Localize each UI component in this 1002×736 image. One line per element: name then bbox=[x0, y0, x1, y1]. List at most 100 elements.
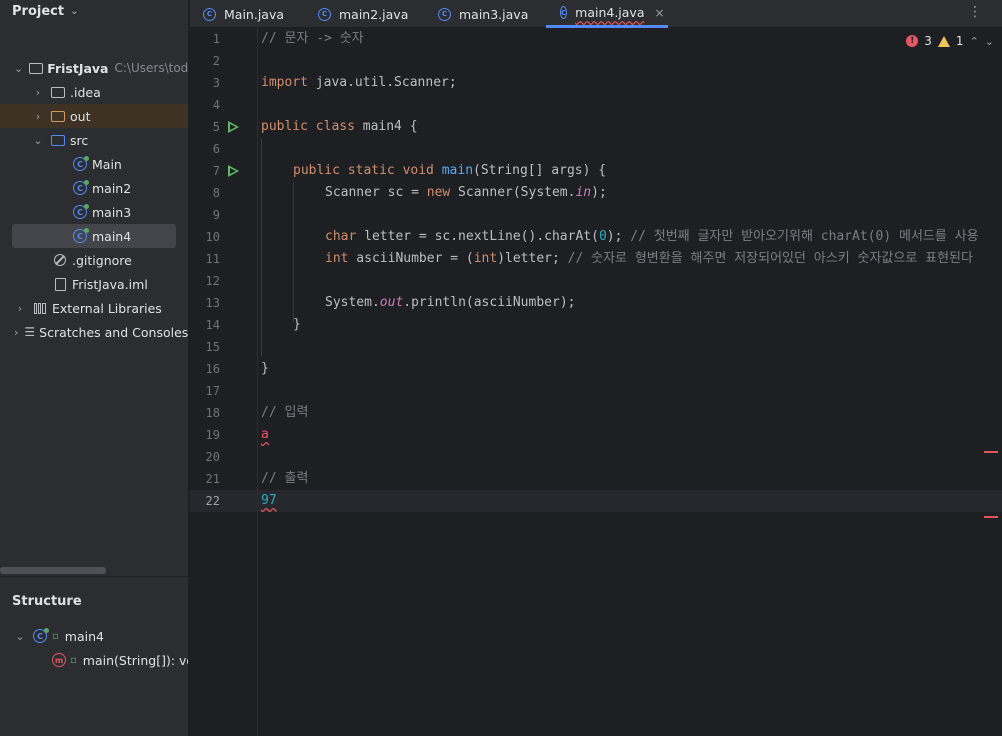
line-number[interactable]: 2 bbox=[190, 50, 220, 72]
tree-item-label: FristJava.iml bbox=[72, 276, 148, 292]
ignore-file-icon bbox=[52, 252, 68, 268]
line-number[interactable]: 5 bbox=[190, 116, 220, 138]
keyword: char bbox=[325, 229, 357, 244]
previous-highlight-icon[interactable]: ⌃ bbox=[970, 35, 979, 48]
run-class-icon[interactable] bbox=[228, 121, 239, 133]
inspection-widget[interactable]: ! 3 1 ⌃ ⌄ bbox=[906, 34, 994, 48]
keyword: int bbox=[473, 251, 498, 266]
tree-item-label: .gitignore bbox=[72, 252, 132, 268]
code-line-22: 97 bbox=[261, 490, 1002, 512]
line-number[interactable]: 6 bbox=[190, 138, 220, 160]
tree-item-main3[interactable]: C main3 bbox=[0, 200, 188, 224]
chevron-down-icon[interactable]: ⌄ bbox=[70, 6, 78, 17]
tree-item-main[interactable]: C Main bbox=[0, 152, 188, 176]
editor-tab-bar: C Main.java C main2.java C main3.java C … bbox=[190, 0, 1002, 28]
tab-main2-java[interactable]: C main2.java bbox=[318, 0, 408, 28]
code-editor[interactable]: 1 2 3 4 5 6 7 8 9 10 11 12 13 14 15 16 17 18 19 20 21 22 // 문… bbox=[190, 28, 1002, 736]
line-number[interactable]: 4 bbox=[190, 94, 220, 116]
code-text: java.util.Scanner; bbox=[307, 75, 457, 90]
tree-item-src[interactable]: ⌄ src bbox=[0, 128, 188, 152]
tab-label: main3.java bbox=[459, 6, 529, 22]
tree-item-module[interactable]: ⌄ FristJava C:\Users\todlc bbox=[0, 56, 188, 80]
line-number[interactable]: 11 bbox=[190, 248, 220, 270]
line-number[interactable]: 10 bbox=[190, 226, 220, 248]
java-class-icon: C bbox=[72, 204, 89, 220]
code-line-3: import java.util.Scanner; bbox=[261, 72, 1002, 94]
iml-file-icon bbox=[52, 276, 68, 292]
tab-main-java[interactable]: C Main.java bbox=[203, 0, 284, 28]
expand-arrow-icon[interactable]: ⌄ bbox=[32, 134, 44, 147]
line-number[interactable]: 19 bbox=[190, 424, 220, 446]
line-number[interactable]: 14 bbox=[190, 314, 220, 336]
tree-item-out[interactable]: › out bbox=[0, 104, 188, 128]
code-line-8: Scanner sc = new Scanner(System.in); bbox=[261, 182, 1002, 204]
tree-item-gitignore[interactable]: .gitignore bbox=[0, 248, 188, 272]
next-highlight-icon[interactable]: ⌄ bbox=[985, 35, 994, 48]
line-number[interactable]: 7 bbox=[190, 160, 220, 182]
excluded-folder-icon bbox=[50, 108, 66, 124]
comment: // 출력 bbox=[261, 471, 309, 486]
structure-item-method[interactable]: m ▫ main(String[]): void bbox=[0, 648, 188, 672]
tab-label: Main.java bbox=[224, 6, 285, 22]
code-text: asciiNumber = ( bbox=[348, 251, 474, 266]
static-field: in bbox=[575, 185, 592, 200]
line-number[interactable]: 13 bbox=[190, 292, 220, 314]
tree-item-label: main4 bbox=[92, 228, 132, 244]
java-class-icon: C bbox=[72, 180, 89, 196]
line-number[interactable]: 1 bbox=[190, 28, 220, 50]
close-icon[interactable]: × bbox=[655, 6, 665, 20]
tree-item-main2[interactable]: C main2 bbox=[0, 176, 188, 200]
collapsed-arrow-icon[interactable]: › bbox=[14, 302, 26, 315]
structure-item-label: main(String[]): void bbox=[82, 652, 188, 668]
comment: // 문자 -> 숫자 bbox=[261, 31, 364, 46]
code-line-10: char letter = sc.nextLine().charAt(0); /… bbox=[261, 226, 1002, 248]
line-number[interactable]: 3 bbox=[190, 72, 220, 94]
line-number[interactable]: 22 bbox=[190, 490, 220, 512]
line-number[interactable]: 18 bbox=[190, 402, 220, 424]
error-count: 3 bbox=[924, 34, 932, 48]
tab-main4-java[interactable]: C main4.java × bbox=[546, 0, 668, 28]
line-number[interactable]: 17 bbox=[190, 380, 220, 402]
static-field: out bbox=[379, 295, 404, 310]
collapsed-arrow-icon[interactable]: › bbox=[32, 110, 44, 123]
line-number[interactable]: 8 bbox=[190, 182, 220, 204]
java-class-icon: C bbox=[72, 156, 89, 172]
line-number[interactable]: 21 bbox=[190, 468, 220, 490]
project-tool-window: Project ⌄ ⌄ FristJava C:\Users\todlc › .… bbox=[0, 0, 189, 736]
module-path-hint: C:\Users\todlc bbox=[114, 61, 189, 75]
tree-item-label: .idea bbox=[70, 84, 101, 100]
line-number[interactable]: 20 bbox=[190, 446, 220, 468]
line-number[interactable]: 15 bbox=[190, 336, 220, 358]
line-number[interactable]: 16 bbox=[190, 358, 220, 380]
code-line-16: } bbox=[261, 358, 1002, 380]
collapsed-arrow-icon[interactable]: › bbox=[14, 326, 18, 339]
project-panel-header[interactable]: Project ⌄ bbox=[0, 0, 188, 22]
tree-item-external-libraries[interactable]: › External Libraries bbox=[0, 296, 188, 320]
collapsed-arrow-icon[interactable]: › bbox=[32, 86, 44, 99]
structure-tool-window: Structure ⌄ C ▫ main4 m ▫ main(String[])… bbox=[0, 576, 188, 736]
keyword: public class bbox=[261, 119, 355, 134]
tree-item-label: Main bbox=[92, 156, 122, 172]
tree-item-idea[interactable]: › .idea bbox=[0, 80, 188, 104]
error-stripe-mark[interactable] bbox=[984, 516, 998, 518]
tree-item-label: src bbox=[70, 132, 89, 148]
horizontal-scrollbar[interactable] bbox=[0, 567, 106, 574]
error-token: a bbox=[261, 427, 269, 442]
java-class-icon: C bbox=[32, 628, 49, 644]
tree-item-main4[interactable]: C main4 bbox=[12, 224, 176, 248]
line-number[interactable]: 9 bbox=[190, 204, 220, 226]
expand-arrow-icon[interactable]: ⌄ bbox=[14, 630, 26, 643]
tree-item-label: FristJava bbox=[47, 60, 109, 76]
run-main-icon[interactable] bbox=[228, 165, 239, 177]
line-number[interactable]: 12 bbox=[190, 270, 220, 292]
structure-item-class[interactable]: ⌄ C ▫ main4 bbox=[0, 624, 188, 648]
tab-main3-java[interactable]: C main3.java bbox=[438, 0, 528, 28]
libraries-icon bbox=[32, 300, 48, 316]
expand-arrow-icon[interactable]: ⌄ bbox=[14, 62, 23, 75]
line-number-gutter[interactable]: 1 2 3 4 5 6 7 8 9 10 11 12 13 14 15 16 17 18 19 20 21 22 bbox=[190, 28, 258, 736]
more-options-icon[interactable]: ⋮ bbox=[968, 4, 982, 20]
tree-item-scratches[interactable]: › ☰ Scratches and Consoles bbox=[0, 320, 188, 344]
tree-item-iml[interactable]: FristJava.iml bbox=[0, 272, 188, 296]
error-stripe-mark[interactable] bbox=[984, 451, 998, 453]
code-text: ); bbox=[606, 229, 631, 244]
